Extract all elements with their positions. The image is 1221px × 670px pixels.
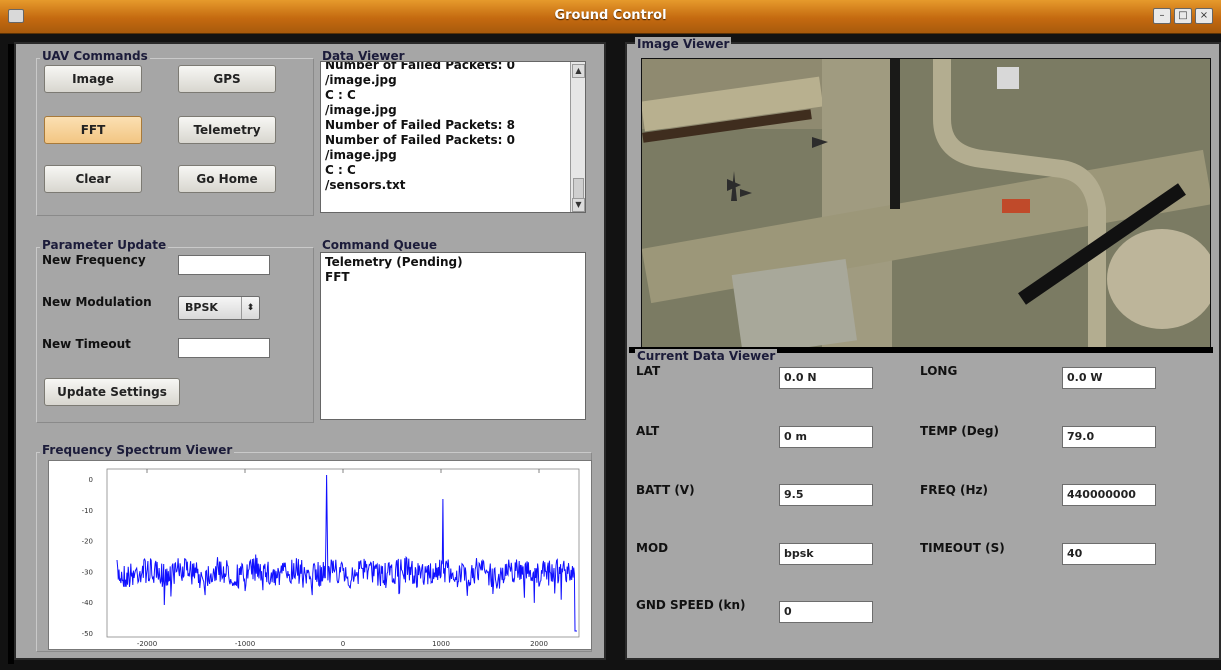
x-tick-label: -1000 (235, 640, 255, 648)
y-tick-label: -20 (82, 538, 93, 546)
telemetry-button[interactable]: Telemetry (178, 116, 276, 144)
data-viewer-textbox[interactable]: Number of Failed Packets: 0/image.jpg C :… (320, 61, 586, 213)
x-tick-label: 0 (341, 640, 345, 648)
close-icon[interactable]: × (1195, 8, 1213, 24)
lat-label: LAT (636, 364, 661, 378)
plot-frame (106, 468, 580, 638)
long-label: LONG (920, 364, 958, 378)
command-queue-items: Telemetry (Pending) FFT (325, 255, 581, 285)
aerial-photo-graphic (642, 59, 1210, 347)
window-titlebar: Ground Control – □ × (0, 0, 1221, 34)
current-data-title: Current Data Viewer (635, 349, 778, 363)
y-tick-label: -40 (82, 599, 93, 607)
uav-commands-title: UAV Commands (40, 49, 150, 63)
new-modulation-label: New Modulation (42, 295, 152, 309)
y-tick-label: 0 (89, 476, 93, 484)
command-queue-title: Command Queue (320, 238, 440, 252)
spectrum-y-ticks: 0 -10 -20 -30 -40 -50 (82, 476, 93, 638)
scroll-up-icon[interactable]: ▲ (572, 64, 585, 78)
image-viewer-title: Image Viewer (635, 37, 732, 51)
data-viewer-line: /sensors.txt (325, 178, 406, 192)
mod-field[interactable]: bpsk (779, 543, 873, 565)
spectrum-title: Frequency Spectrum Viewer (40, 443, 235, 457)
command-queue-list[interactable]: Telemetry (Pending) FFT (320, 252, 586, 420)
batt-field[interactable]: 9.5 (779, 484, 873, 506)
data-viewer-line: /image.jpg (325, 73, 397, 87)
command-queue-item[interactable]: FFT (325, 270, 581, 285)
freq-field[interactable]: 440000000 (1062, 484, 1156, 506)
freq-label: FREQ (Hz) (920, 483, 989, 497)
temp-label: TEMP (Deg) (920, 424, 999, 438)
dropdown-arrow-icon: ⬍ (241, 297, 259, 319)
spectrum-x-ticks: -2000 -1000 0 1000 2000 (137, 469, 548, 648)
x-tick-label: 1000 (432, 640, 450, 648)
spectrum-chart: 0 -10 -20 -30 -40 -50 -2000 -1000 0 1000 2000 (82, 468, 580, 648)
x-tick-label: 2000 (530, 640, 548, 648)
timeout-label: TIMEOUT (S) (920, 541, 1005, 555)
data-viewer-line: Number of Failed Packets: 0 (325, 61, 515, 72)
y-tick-label: -10 (82, 507, 93, 515)
spectrum-line (116, 474, 577, 632)
y-tick-label: -30 (82, 568, 93, 576)
data-viewer-lines: Number of Failed Packets: 0/image.jpg C :… (325, 61, 565, 193)
modulation-select[interactable]: BPSK ⬍ (178, 296, 260, 320)
gnd-speed-field[interactable]: 0 (779, 601, 873, 623)
data-viewer-line: Number of Failed Packets: 8 (325, 118, 515, 132)
spectrum-plot: 0 -10 -20 -30 -40 -50 -2000 -1000 0 1000 2000 (48, 460, 592, 650)
y-tick-label: -50 (82, 630, 93, 638)
modulation-selected-value: BPSK (185, 301, 218, 314)
minimize-icon[interactable]: – (1153, 8, 1171, 24)
temp-field[interactable]: 79.0 (1062, 426, 1156, 448)
lat-field[interactable]: 0.0 N (779, 367, 873, 389)
scroll-thumb[interactable] (573, 178, 584, 200)
gnd-speed-label: GND SPEED (kn) (636, 598, 746, 612)
batt-label: BATT (V) (636, 483, 695, 497)
new-frequency-input[interactable] (178, 255, 270, 275)
image-button[interactable]: Image (44, 65, 142, 93)
data-viewer-line: /image.jpg (325, 103, 397, 117)
alt-label: ALT (636, 424, 660, 438)
data-viewer-line: /image.jpg (325, 148, 397, 162)
scroll-down-icon[interactable]: ▼ (572, 198, 585, 212)
x-tick-label: -2000 (137, 640, 157, 648)
command-queue-item[interactable]: Telemetry (Pending) (325, 255, 581, 270)
aerial-image (641, 58, 1211, 348)
timeout-field[interactable]: 40 (1062, 543, 1156, 565)
mod-label: MOD (636, 541, 669, 555)
clear-button[interactable]: Clear (44, 165, 142, 193)
data-viewer-line: C : C (325, 88, 356, 102)
data-viewer-scrollbar[interactable]: ▲ ▼ (570, 62, 585, 212)
long-field[interactable]: 0.0 W (1062, 367, 1156, 389)
new-timeout-label: New Timeout (42, 337, 131, 351)
alt-field[interactable]: 0 m (779, 426, 873, 448)
data-viewer-line: C : C (325, 163, 356, 177)
gps-button[interactable]: GPS (178, 65, 276, 93)
new-frequency-label: New Frequency (42, 253, 146, 267)
parameter-update-title: Parameter Update (40, 238, 169, 252)
fft-button[interactable]: FFT (44, 116, 142, 144)
new-timeout-input[interactable] (178, 338, 270, 358)
update-settings-button[interactable]: Update Settings (44, 378, 180, 406)
maximize-icon[interactable]: □ (1174, 8, 1192, 24)
data-viewer-line: Number of Failed Packets: 0 (325, 133, 515, 147)
go-home-button[interactable]: Go Home (178, 165, 276, 193)
window-title: Ground Control (554, 8, 667, 23)
